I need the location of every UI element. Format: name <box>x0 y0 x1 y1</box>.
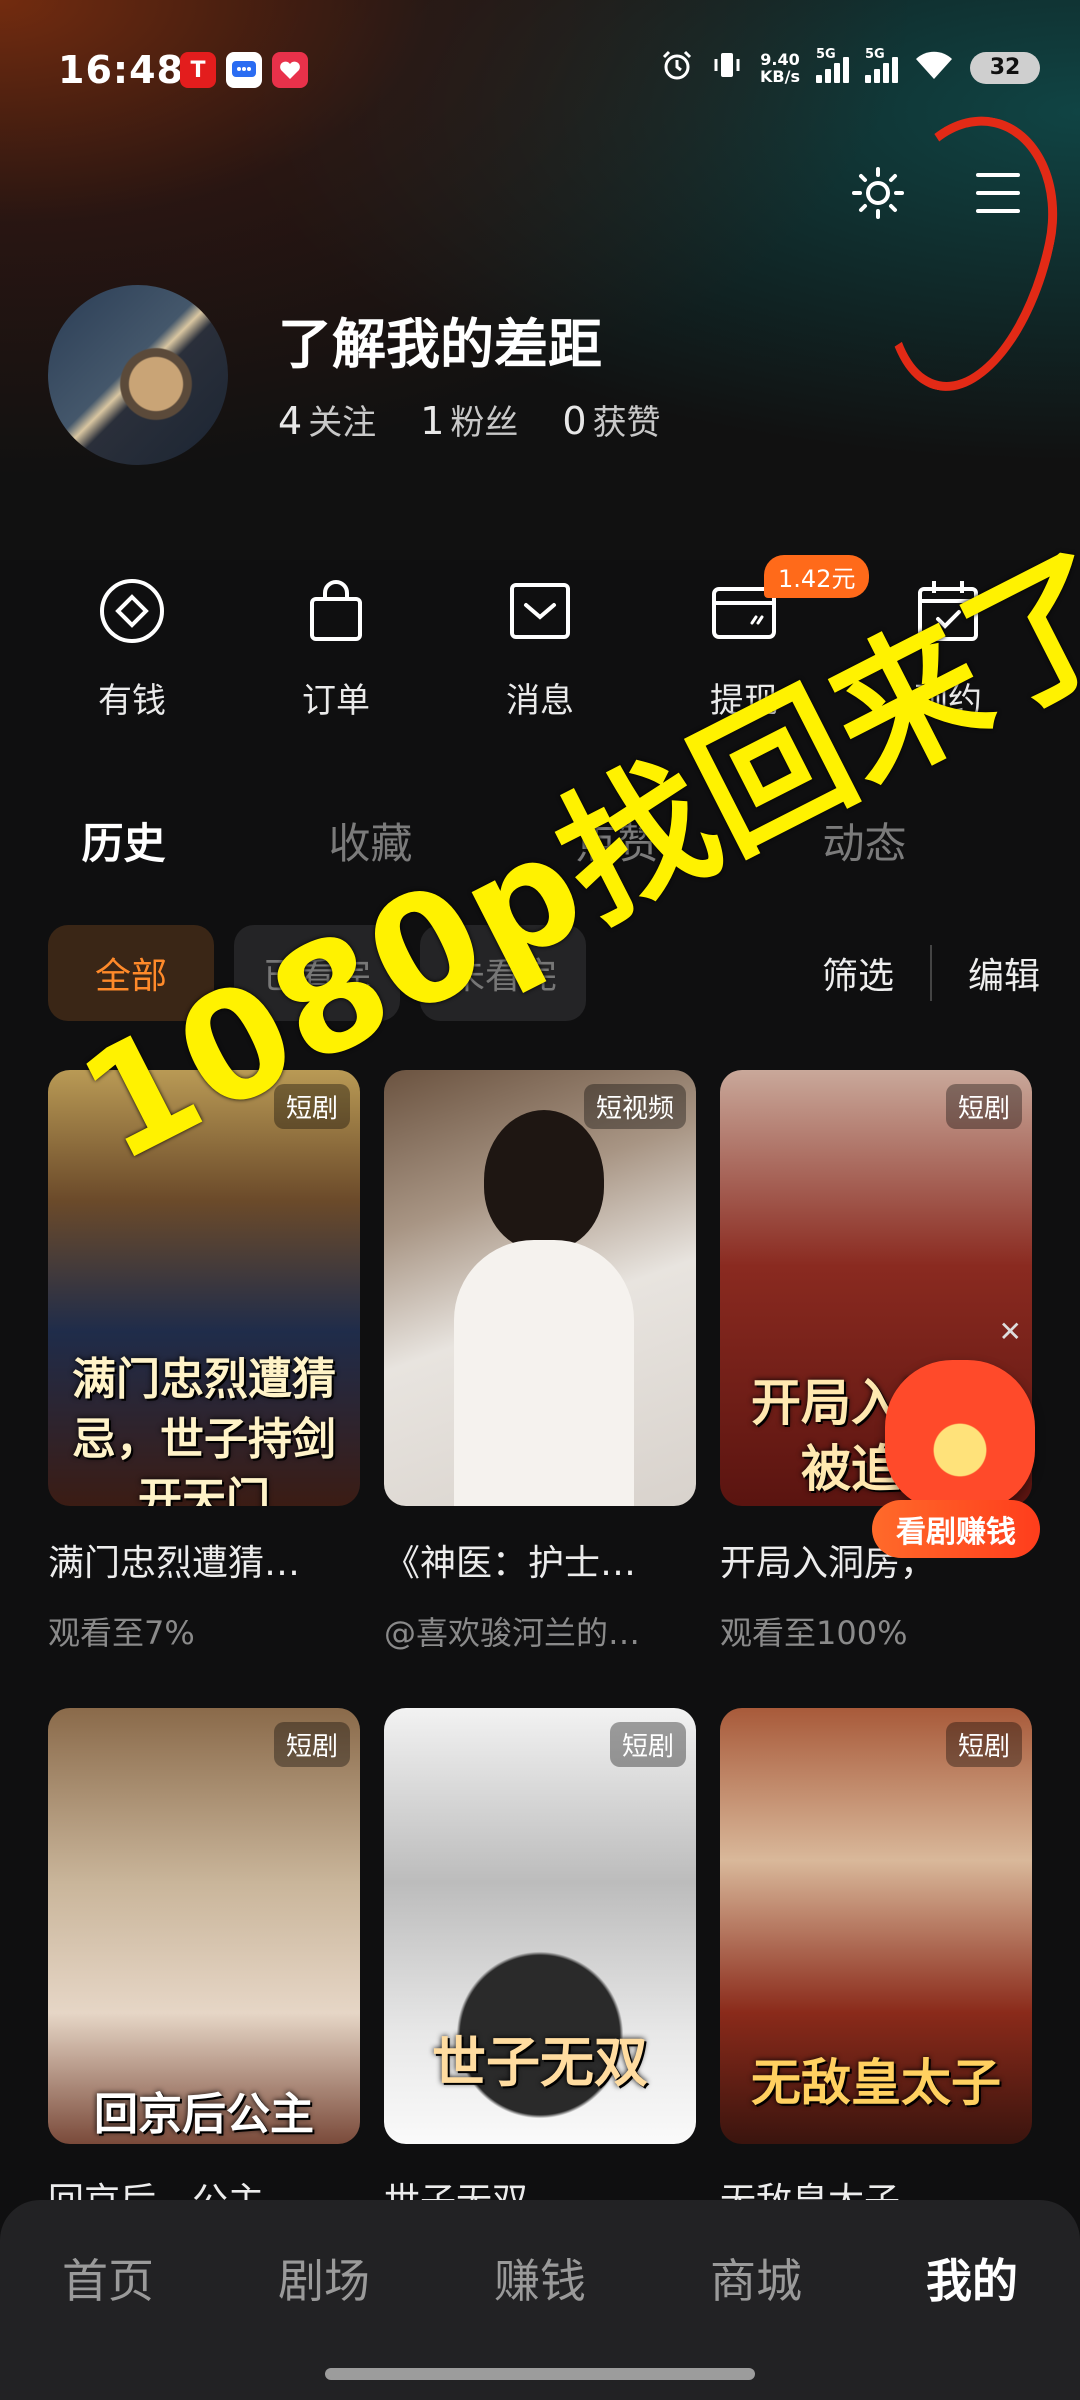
shopping-bag-icon <box>300 575 372 651</box>
card-thumbnail: 短剧 无敌皇太子 <box>720 1708 1032 2144</box>
withdraw-amount-badge: 1.42元 <box>764 555 870 598</box>
card-author: @喜欢骏河兰的… <box>384 1614 641 1652</box>
poster-caption: 世子无双 <box>432 2030 648 2094</box>
person-body <box>454 1240 634 1506</box>
nav-mall[interactable]: 商城 <box>648 2245 864 2311</box>
card-progress: 观看至7% <box>48 1614 195 1652</box>
filter-button[interactable]: 筛选 <box>822 947 894 999</box>
avatar[interactable] <box>48 285 228 465</box>
fans-stat[interactable]: 1 粉丝 <box>420 395 518 444</box>
heart-app-icon <box>272 52 308 88</box>
card-progress: 观看至100% <box>720 1614 908 1652</box>
card-thumbnail: 短剧 回京后公主 <box>48 1708 360 2144</box>
message-icon <box>504 575 576 651</box>
edit-button[interactable]: 编辑 <box>968 947 1040 999</box>
battery-indicator: 32 <box>970 51 1040 84</box>
signal-strength-2: 5G <box>865 47 898 83</box>
vibrate-icon <box>710 48 744 87</box>
person-silhouette <box>484 1110 604 1250</box>
user-nickname[interactable]: 了解我的差距 <box>278 300 602 379</box>
nav-earn[interactable]: 赚钱 <box>432 2245 648 2311</box>
card-thumbnail: 短视频 <box>384 1070 696 1506</box>
action-messages[interactable]: 消息 <box>465 575 615 722</box>
poster-caption: 无敌皇太子 <box>751 2053 1001 2112</box>
card-thumbnail: 短剧 世子无双 <box>384 1708 696 2144</box>
likes-stat[interactable]: 0 获赞 <box>562 395 660 444</box>
network-speed: 9.40 KB/s <box>760 49 800 86</box>
wifi-icon <box>914 49 954 86</box>
status-time: 16:48 <box>58 48 184 92</box>
nav-theater[interactable]: 剧场 <box>216 2245 432 2311</box>
watch-earn-button[interactable]: 看剧赚钱 <box>872 1500 1040 1558</box>
card-tag: 短视频 <box>583 1084 686 1129</box>
card-title: 满门忠烈遭猜… <box>48 1543 301 1584</box>
app-notification-icon: T <box>180 52 216 88</box>
poster-caption: 满门忠烈遭猜忌，世子持剑开天门 <box>72 1354 336 1506</box>
action-money[interactable]: 有钱 <box>57 575 207 722</box>
poster-caption: 回京后公主 <box>94 2089 314 2140</box>
history-card[interactable]: 短剧 世子无双 世子无双 <box>384 1708 696 2224</box>
card-tag: 短剧 <box>945 1084 1022 1129</box>
history-card[interactable]: 短视频 《神医：护士… @喜欢骏河兰的… <box>384 1070 696 1654</box>
following-stat[interactable]: 4 关注 <box>278 395 376 444</box>
alarm-icon <box>660 48 694 87</box>
nav-home[interactable]: 首页 <box>0 2245 216 2311</box>
red-envelope-icon[interactable] <box>885 1360 1035 1510</box>
nav-mine[interactable]: 我的 <box>864 2245 1080 2311</box>
bottom-nav-items: 首页 剧场 赚钱 商城 我的 <box>0 2245 1080 2311</box>
action-orders[interactable]: 订单 <box>261 575 411 722</box>
card-title: 《神医：护士… <box>384 1543 637 1584</box>
coin-icon <box>96 575 168 651</box>
filter-actions: 筛选 编辑 <box>822 925 1040 1021</box>
history-card[interactable]: 短剧 无敌皇太子 无敌皇太子 <box>720 1708 1032 2224</box>
history-card[interactable]: 短剧 回京后公主 回京后，公主… <box>48 1708 360 2224</box>
tab-history[interactable]: 历史 <box>0 810 247 871</box>
profile-stats: 4 关注 1 粉丝 0 获赞 <box>278 395 661 444</box>
divider <box>929 945 932 1001</box>
close-promo-icon[interactable]: ✕ <box>999 1315 1022 1348</box>
card-tag: 短剧 <box>273 1722 350 1767</box>
card-tag: 短剧 <box>945 1722 1022 1767</box>
chat-notification-icon <box>226 52 262 88</box>
card-tag: 短剧 <box>609 1722 686 1767</box>
signal-strength-1: 5G <box>816 47 849 83</box>
status-right-group: 9.40 KB/s 5G 5G 32 <box>660 47 1040 87</box>
home-indicator[interactable] <box>325 2368 755 2380</box>
